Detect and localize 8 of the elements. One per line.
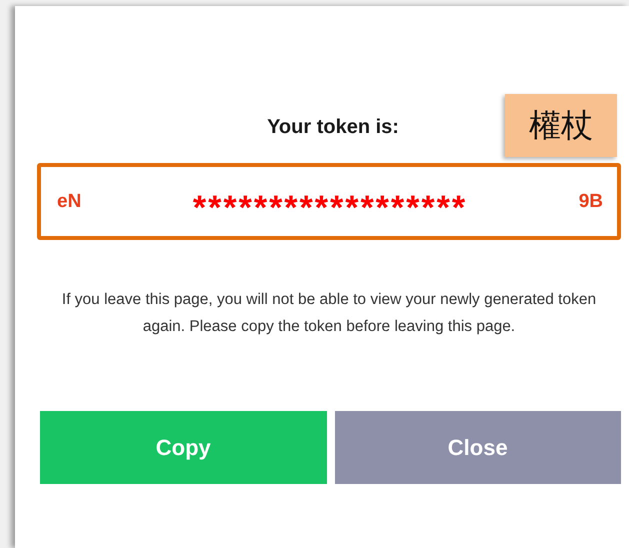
warning-message: If you leave this page, you will not be able to view your newly generated token again. Please copy the token before leaving this page. [60, 290, 598, 337]
annotation-label: 權杖 [505, 94, 617, 157]
masked-token: ****************** [192, 189, 468, 228]
dialog-title: Your token is: [267, 116, 399, 139]
token-suffix: 9B [578, 190, 603, 212]
close-button[interactable]: Close [334, 411, 621, 484]
copy-button[interactable]: Copy [40, 411, 326, 484]
token-prefix: eN [57, 190, 82, 212]
